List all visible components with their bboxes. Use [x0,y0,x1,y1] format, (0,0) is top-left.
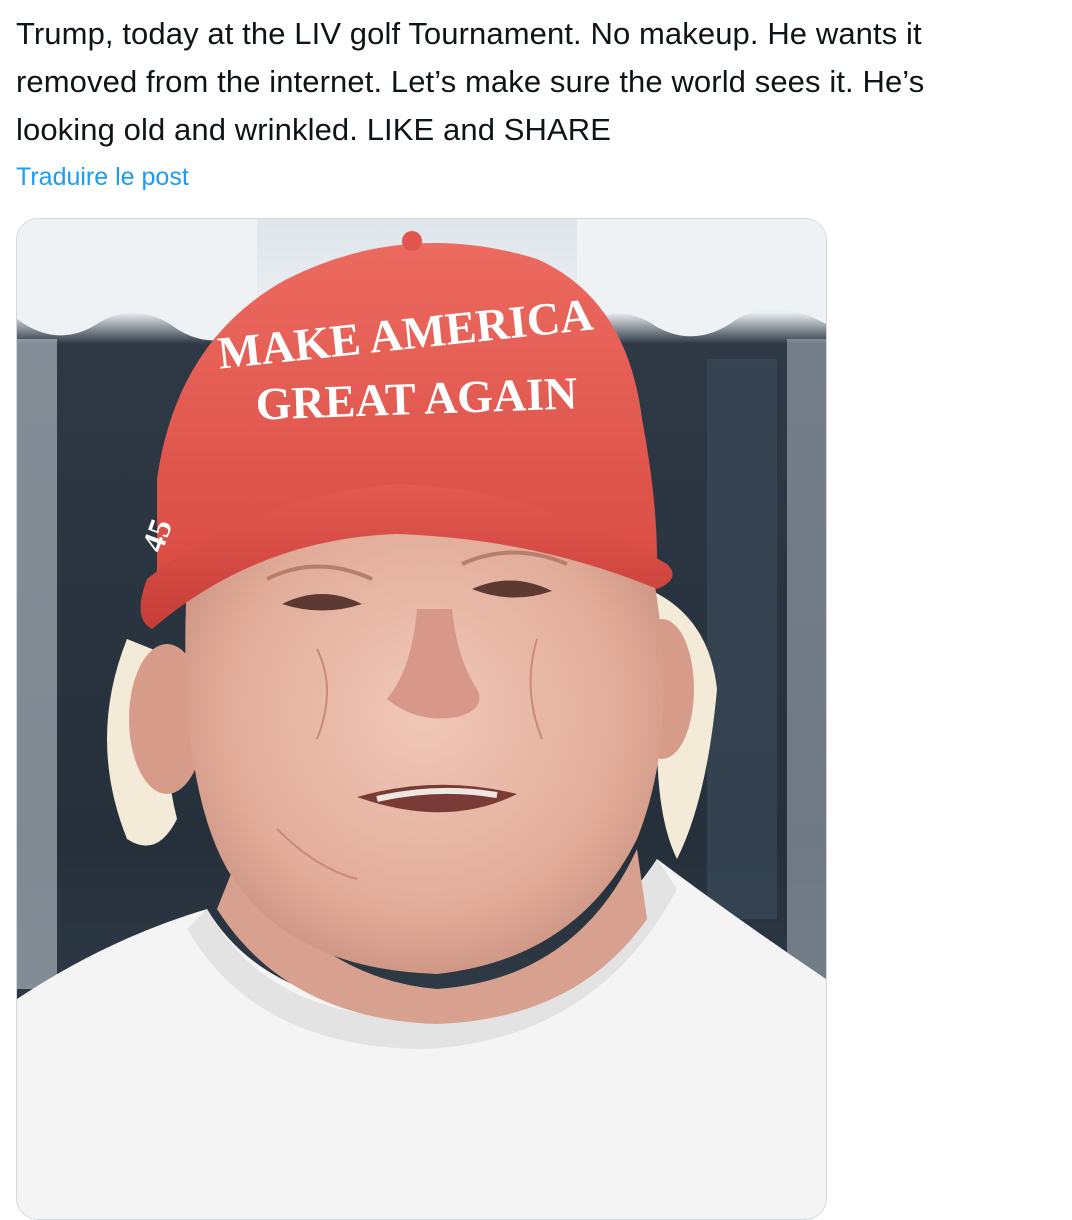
pillar-left [17,339,57,989]
face [185,499,664,974]
tweet-text-line: looking old and wrinkled. LIKE and SHARE [16,112,612,147]
tweet-text-line: removed from the internet. Let’s make su… [16,64,925,99]
bg-structure [707,359,777,919]
tweet-text-line: Trump, today at the LIV golf Tournament.… [16,16,922,51]
cap-button [402,231,422,251]
photo-illustration: MAKE AMERICA GREAT AGAIN 45 [17,219,826,1219]
tweet-media-photo[interactable]: MAKE AMERICA GREAT AGAIN 45 [16,218,827,1220]
tweet-text: Trump, today at the LIV golf Tournament.… [16,10,1056,154]
pillar-right [787,339,826,989]
translate-post-link[interactable]: Traduire le post [16,160,189,194]
tweet: Trump, today at the LIV golf Tournament.… [0,0,1072,1220]
